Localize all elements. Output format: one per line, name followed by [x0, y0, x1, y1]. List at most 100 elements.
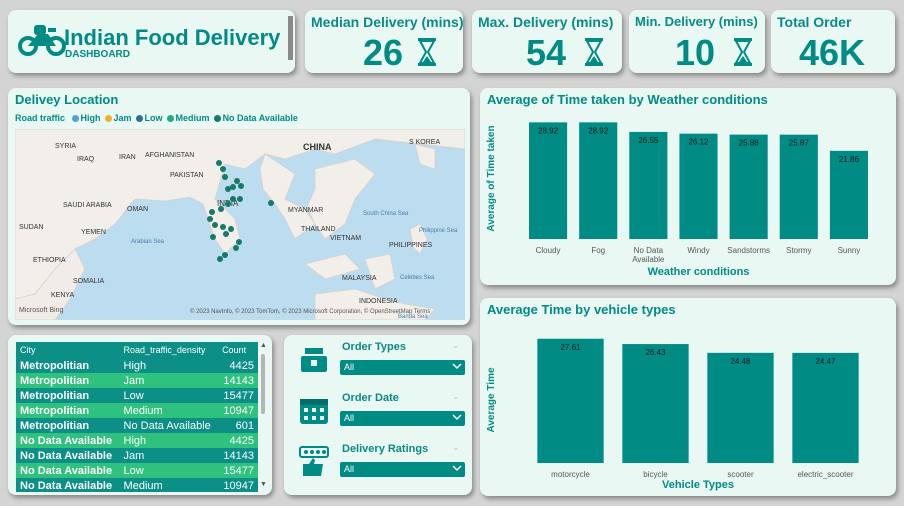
map-location-dot[interactable]	[210, 234, 216, 240]
map-location-dot[interactable]	[223, 231, 229, 237]
motorbike-icon	[18, 25, 66, 56]
map-view[interactable]: S KOREA SYRIA IRAQ IRAN AFGHANISTAN CHINA PAKI…	[15, 129, 465, 320]
vehicle-chart-card: Average Time by vehicle types 27.61 motor…	[480, 298, 896, 496]
table-header-count[interactable]: Count	[218, 342, 258, 358]
legend-dot	[166, 115, 174, 122]
map-location-dot[interactable]	[228, 226, 234, 232]
map-brand: Microsoft Bing	[19, 307, 64, 314]
map-location-dot[interactable]	[217, 256, 223, 262]
table-scrollbar[interactable]: ▲ ▼	[260, 342, 267, 488]
chart-tick-label: Sunny	[838, 246, 861, 255]
map-location-dot[interactable]	[236, 239, 242, 245]
map-location-dot[interactable]	[212, 222, 218, 228]
map-location-dot[interactable]	[218, 206, 224, 212]
chart-bar[interactable]	[792, 352, 859, 463]
table-cell: No Data Available	[123, 419, 211, 432]
chevron-down-icon[interactable]: ⌄	[452, 340, 460, 351]
map-location-dot[interactable]	[209, 209, 215, 215]
legend-item[interactable]: Medium	[166, 113, 210, 123]
weather-chart-card: Average of Time taken by Weather conditi…	[480, 88, 896, 285]
chevron-down-icon[interactable]: ⌄	[452, 391, 460, 402]
chart-bar[interactable]	[629, 131, 668, 239]
legend-dot	[135, 115, 143, 122]
map-location-dot[interactable]	[207, 216, 213, 222]
map-location-dot[interactable]	[237, 196, 243, 202]
slicer-dropdown[interactable]: All	[340, 360, 465, 375]
map-location-dot[interactable]	[238, 183, 244, 189]
table-cell: No Data Available	[20, 449, 113, 462]
table-cell: Metropolitian	[20, 419, 90, 432]
table-row[interactable]: Metropolitian High 4425	[16, 358, 258, 373]
map-country-label: MALAYSIA	[342, 275, 377, 282]
chevron-down-icon[interactable]: ⌄	[452, 442, 460, 453]
slicer: Order Date ⌄ All	[284, 390, 472, 440]
table-cell: Low	[123, 464, 144, 477]
chart-bar[interactable]	[729, 134, 768, 239]
slicer-value: All	[344, 362, 355, 372]
chart-tick-label: Stormy	[786, 246, 811, 255]
scroll-down-icon[interactable]: ▼	[260, 481, 267, 488]
table-row[interactable]: Metropolitian Medium 10947	[16, 403, 258, 418]
table-row[interactable]: No Data Available Low 15477	[16, 463, 258, 478]
table-header-city[interactable]: City	[16, 342, 120, 358]
slicers-card: Order Types ⌄ All Order Date ⌄ All Delivery Ra…	[284, 335, 472, 495]
kpi-max-label: Max. Delivery (mins)	[478, 14, 614, 30]
chart-tick-label: Cloudy	[536, 246, 561, 255]
table-row[interactable]: No Data Available Medium 10947	[16, 478, 258, 492]
map-sea-label: South China Sea	[363, 211, 409, 217]
chart-data-label: 21.86	[839, 155, 860, 164]
table-cell: No Data Available	[20, 434, 113, 447]
slicer-dropdown[interactable]: All	[340, 411, 465, 426]
legend-item[interactable]: Jam	[104, 113, 132, 123]
map-location-dot[interactable]	[230, 196, 236, 202]
map-location-dot[interactable]	[233, 245, 239, 251]
table-row[interactable]: Metropolitian Low 15477	[16, 388, 258, 403]
chart-bar[interactable]	[779, 134, 818, 239]
map-location-dot[interactable]	[230, 184, 236, 190]
chart-tick-label: Windy	[687, 246, 709, 255]
kpi-median-label: Median Delivery (mins)	[311, 14, 463, 30]
table-row[interactable]: Metropolitian No Data Available 601	[16, 418, 258, 433]
table-row[interactable]: Metropolitian Jam 14143	[16, 373, 258, 388]
chart-bar[interactable]	[707, 352, 774, 463]
slicer-dropdown[interactable]: All	[340, 462, 465, 477]
chart-bar[interactable]	[622, 344, 689, 463]
chart-data-label: 25.88	[739, 139, 760, 148]
legend-item[interactable]: No Data Available	[213, 113, 298, 123]
map-location-dot[interactable]	[222, 252, 228, 258]
legend-item[interactable]: High	[71, 113, 101, 123]
chart-data-label: 24.48	[730, 357, 751, 366]
table-row[interactable]: No Data Available High 4425	[16, 433, 258, 448]
slicer-label: Order Types	[342, 341, 406, 353]
table-cell: Metropolitian	[20, 374, 90, 387]
scroll-up-icon[interactable]: ▲	[260, 342, 267, 349]
chart-tick-label: Available	[632, 255, 665, 264]
table-cell: Medium	[123, 404, 163, 417]
map-location-dot[interactable]	[220, 224, 226, 230]
kpi-min-card: Min. Delivery (mins) 10	[629, 10, 765, 73]
map-location-dot[interactable]	[216, 160, 222, 166]
scroll-thumb[interactable]	[261, 354, 265, 414]
chart-bar[interactable]	[529, 122, 568, 239]
chart-bar[interactable]	[679, 133, 718, 239]
map-location-dot[interactable]	[222, 174, 228, 180]
chart-tick-label: electric_scooter	[797, 470, 853, 479]
table-header-density[interactable]: Road_traffic_density	[120, 342, 219, 358]
table-row[interactable]: No Data Available Jam 14143	[16, 448, 258, 463]
chart-bar[interactable]	[537, 338, 604, 463]
map-location-dot[interactable]	[268, 200, 274, 206]
legend-item[interactable]: Low	[135, 113, 163, 123]
map-location-dot[interactable]	[220, 166, 226, 172]
map-country-label: VIETNAM	[330, 235, 362, 242]
calendar-icon	[297, 393, 331, 432]
table-cell: Medium	[123, 479, 163, 492]
map-location-dot[interactable]	[225, 201, 231, 207]
chart-bar[interactable]	[829, 150, 868, 239]
chart-bar[interactable]	[579, 122, 618, 239]
table-cell: 10947	[223, 404, 254, 417]
weather-chart: 28.92 Cloudy 28.92 Fog 26.55 No DataAvailable…	[486, 122, 868, 278]
table-cell: No Data Available	[20, 479, 113, 492]
y-axis-title: Average of Time taken	[486, 125, 497, 231]
table-wrapper[interactable]: City Road_traffic_density Count Metropol…	[16, 342, 258, 492]
hourglass-icon	[585, 38, 603, 66]
